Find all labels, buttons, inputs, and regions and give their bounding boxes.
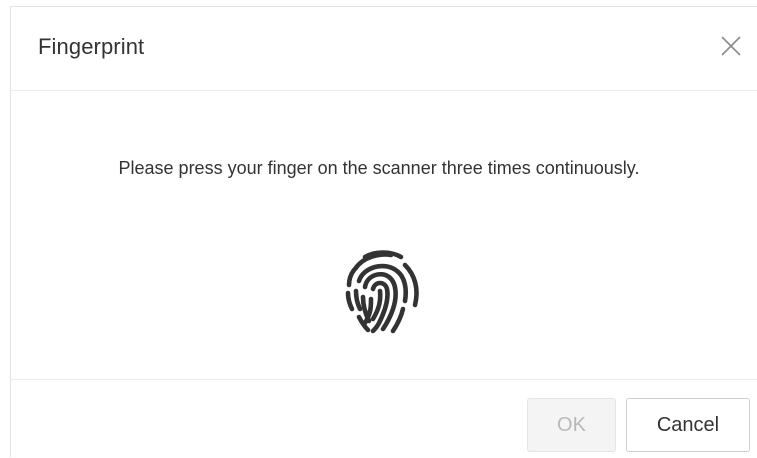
fingerprint-dialog: Fingerprint Please press your finger on … [10, 6, 757, 457]
dialog-body: Please press your finger on the scanner … [11, 91, 757, 379]
dialog-header: Fingerprint [11, 7, 757, 91]
fingerprint-icon [345, 250, 419, 334]
dialog-title: Fingerprint [38, 34, 145, 59]
ok-button[interactable]: OK [527, 398, 616, 452]
instruction-text: Please press your finger on the scanner … [118, 158, 640, 178]
dialog-footer: OK Cancel [11, 379, 757, 458]
close-button[interactable] [717, 31, 745, 61]
close-icon [721, 36, 741, 56]
cancel-button[interactable]: Cancel [626, 398, 750, 452]
